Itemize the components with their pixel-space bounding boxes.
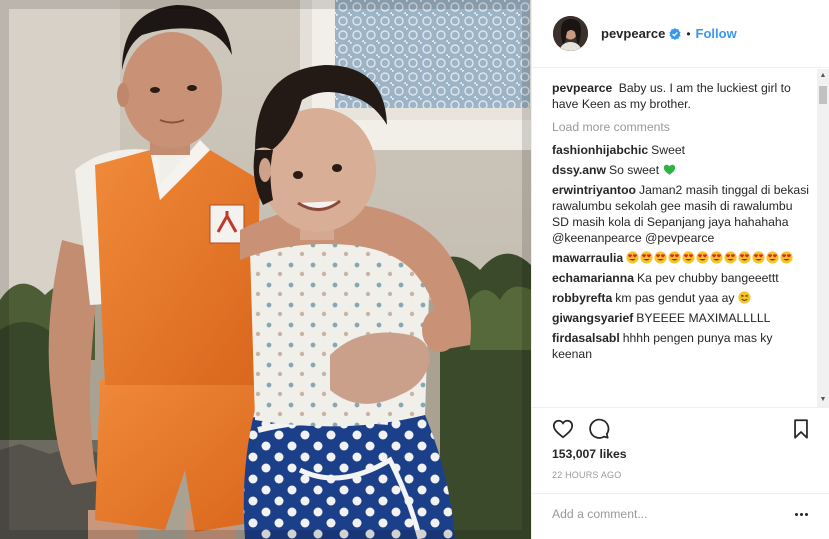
add-comment-bar xyxy=(532,493,829,533)
comment-row: erwintriyantoo Jaman2 masih tinggal di be… xyxy=(552,182,812,246)
post-timestamp[interactable]: 22 HOURS AGO xyxy=(552,470,621,480)
comment-text: km pas gendut yaa ay xyxy=(615,291,735,305)
comment-row: dssy.anw So sweet xyxy=(552,162,812,178)
green-heart-emoji-icon xyxy=(663,163,676,176)
ellipsis-icon[interactable] xyxy=(794,508,810,520)
post-header: pevpearce • Follow xyxy=(532,0,829,68)
comment-row: echamarianna Ka pev chubby bangeeettt xyxy=(552,270,812,286)
speech-bubble-icon[interactable] xyxy=(588,418,610,440)
likes-count[interactable]: 153,007 likes xyxy=(552,447,627,461)
scroll-down-arrow-icon[interactable]: ▼ xyxy=(817,393,829,407)
add-comment-input[interactable] xyxy=(552,505,782,523)
post-side-panel: pevpearce • Follow pevpearce Baby us. I … xyxy=(531,0,829,539)
username-link[interactable]: pevpearce xyxy=(601,26,665,41)
comment-row: firdasalsabl hhhh pengen punya mas ky kee… xyxy=(552,330,812,362)
comment-username[interactable]: dssy.anw xyxy=(552,163,606,177)
caption-comment: pevpearce Baby us. I am the luckiest gir… xyxy=(552,80,812,112)
heart-eyes-emoji-icon xyxy=(696,251,709,264)
comment-username[interactable]: erwintriyantoo xyxy=(552,183,636,197)
heart-eyes-emoji-icon xyxy=(724,251,737,264)
heart-eyes-emoji-icon xyxy=(752,251,765,264)
comment-row: mawarraulia xyxy=(552,250,812,266)
follow-button[interactable]: Follow xyxy=(696,26,737,41)
heart-eyes-emoji-icon xyxy=(738,251,751,264)
heart-eyes-emoji-icon xyxy=(668,251,681,264)
action-bar xyxy=(532,407,829,447)
scroll-thumb[interactable] xyxy=(819,86,827,104)
comment-text: Sweet xyxy=(651,143,686,157)
avatar-image xyxy=(553,16,588,51)
comment-text: BYEEEE MAXIMALLLLL xyxy=(636,311,771,325)
comment-username[interactable]: giwangsyarief xyxy=(552,311,633,325)
comment-username[interactable]: firdasalsabl xyxy=(552,331,620,345)
heart-eyes-emoji-icon xyxy=(682,251,695,264)
verified-badge-icon xyxy=(669,27,681,40)
heart-eyes-emoji-icon xyxy=(780,251,793,264)
comment-text: Ka pev chubby bangeeettt xyxy=(636,271,779,285)
comment-username[interactable]: echamarianna xyxy=(552,271,634,285)
heart-eyes-emoji-icon xyxy=(640,251,653,264)
heart-eyes-emoji-icon xyxy=(654,251,667,264)
comments-list[interactable]: pevpearce Baby us. I am the luckiest gir… xyxy=(532,69,829,407)
heart-eyes-emoji-icon xyxy=(766,251,779,264)
comment-username[interactable]: robbyrefta xyxy=(552,291,612,305)
bookmark-icon[interactable] xyxy=(790,418,812,440)
comment-row: fashionhijabchic Sweet xyxy=(552,142,812,158)
comment-username[interactable]: mawarraulia xyxy=(552,251,623,265)
grin-sweat-emoji-icon xyxy=(738,291,751,304)
heart-outline-icon[interactable] xyxy=(552,418,574,440)
load-more-comments-button[interactable]: Load more comments xyxy=(552,119,812,135)
avatar[interactable] xyxy=(553,16,588,51)
heart-eyes-emoji-icon xyxy=(710,251,723,264)
childhood-photo-image xyxy=(0,0,531,539)
separator-dot: • xyxy=(686,26,691,41)
comment-row: robbyrefta km pas gendut yaa ay xyxy=(552,290,812,306)
scroll-up-arrow-icon[interactable]: ▲ xyxy=(817,69,829,83)
heart-eyes-emoji-icon xyxy=(626,251,639,264)
comments-scrollbar[interactable]: ▲ ▼ xyxy=(817,69,829,407)
comment-username[interactable]: pevpearce xyxy=(552,81,612,95)
post-photo[interactable] xyxy=(0,0,531,539)
comment-username[interactable]: fashionhijabchic xyxy=(552,143,648,157)
comment-text: So sweet xyxy=(608,163,660,177)
comment-row: giwangsyarief BYEEEE MAXIMALLLLL xyxy=(552,310,812,326)
